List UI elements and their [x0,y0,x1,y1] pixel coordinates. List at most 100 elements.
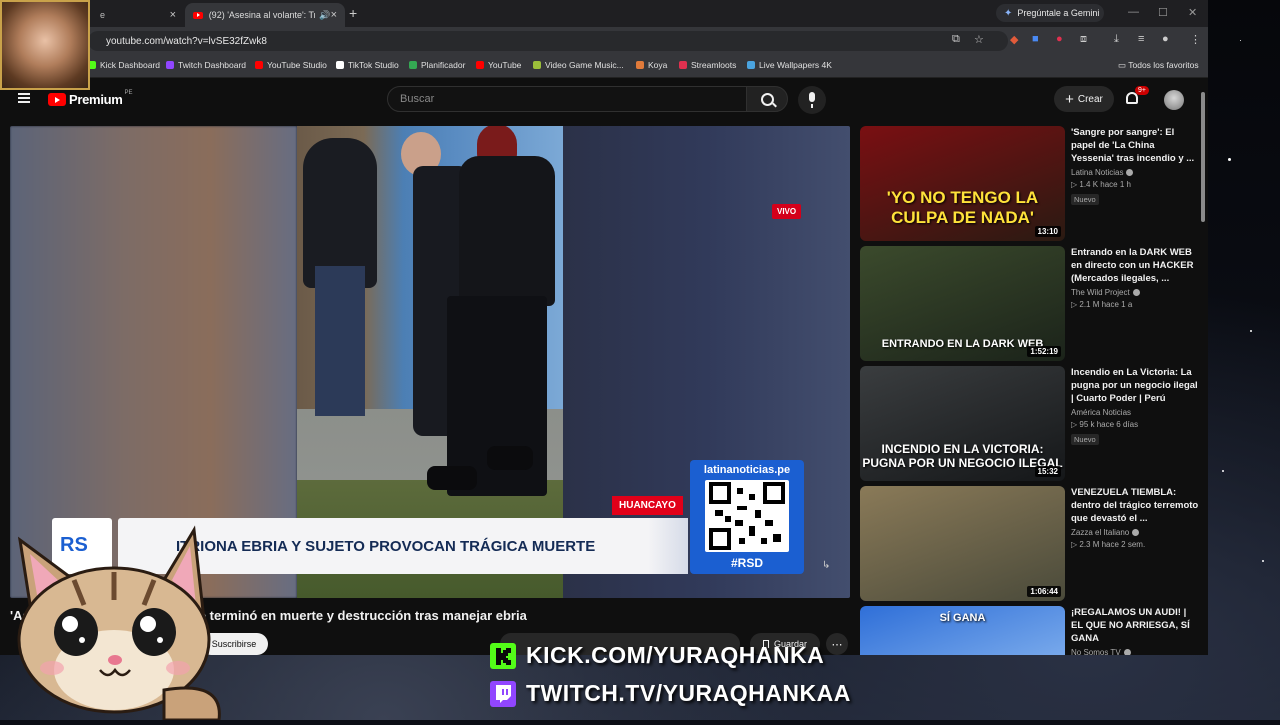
tab-inactive[interactable]: e × [92,3,184,27]
bookmark-label: Live Wallpapers 4K [759,60,832,70]
bookmark-4[interactable]: Planificador [409,60,465,70]
logo-text: Premium [69,92,123,107]
video-title-link[interactable]: ¡REGALAMOS UN AUDI! | EL QUE NO ARRIESGA… [1071,606,1199,645]
qr-panel: latinanoticias.pe #RSD [690,460,804,574]
kick-icon [490,642,516,669]
bookmark-0[interactable]: Kick Dashboard [88,60,160,70]
channel-name-text: América Noticias [1071,408,1132,417]
youtube-icon [255,61,263,69]
extension-icon[interactable]: ● [1056,33,1063,45]
channel-name[interactable]: No Somos TV [1071,648,1199,655]
video-title-link[interactable]: 'Sangre por sangre': El papel de 'La Chi… [1071,126,1199,165]
recommendation-item[interactable]: ENTRANDO EN LA DARK WEB 1:52:19 Entrando e… [860,246,1200,362]
profile-icon[interactable]: ● [1162,33,1169,45]
new-tab-icon[interactable]: + [349,5,357,21]
recommendation-item[interactable]: 1:06:44 VENEZUELA TIEMBLA: dentro del trá… [860,486,1200,602]
kick-link: KICK.COM/YURAQHANKA [490,642,824,669]
hamburger-menu-icon[interactable] [18,93,30,103]
menu-lines-icon[interactable]: ≡ [1138,33,1144,45]
extensions-puzzle-icon[interactable]: ⧈ [1080,33,1087,46]
youtube-header: Premium PE + Crear 9+ [0,82,1208,118]
all-bookmarks-button[interactable]: ▭ Todos los favoritos [1118,60,1199,71]
channel-name[interactable]: Latina Noticias [1071,168,1199,177]
url-text: youtube.com/watch?v=lvSE32fZwk8 [106,35,267,47]
close-window-icon[interactable]: ✕ [1188,6,1197,19]
close-tab-icon[interactable]: × [331,9,337,21]
bookmark-star-icon[interactable]: ☆ [974,33,984,46]
video-title-link[interactable]: Entrando en la DARK WEB en directo con u… [1071,246,1199,285]
scrollbar[interactable] [1200,88,1206,648]
twitch-url-text: TWITCH.TV/YURAQHANKAA [526,680,851,706]
bookmark-5[interactable]: YouTube [476,60,521,70]
video-thumbnail[interactable]: INCENDIO EN LA VICTORIA: PUGNA POR UN NE… [860,366,1065,481]
search-input[interactable] [398,92,732,106]
bookmark-label: Streamloots [691,60,737,70]
streamer-webcam [0,0,90,90]
location-tag: HUANCAYO [612,496,683,515]
channel-name[interactable]: The Wild Project [1071,288,1199,297]
watermark-icon: ↳ [822,560,831,571]
thumbnail-caption: INCENDIO EN LA VICTORIA: PUGNA POR UN NE… [862,442,1063,470]
youtube-logo[interactable]: Premium PE [48,90,133,107]
bookmark-7[interactable]: Koya [636,60,667,70]
bookmark-label: Twitch Dashboard [178,60,247,70]
qr-hashtag: #RSD [730,556,763,570]
bookmark-8[interactable]: Streamloots [679,60,736,70]
bookmark-label: YouTube Studio [267,60,327,70]
channel-name[interactable]: Zazza el Italiano [1071,528,1199,537]
address-bar: youtube.com/watch?v=lvSE32fZwk8 [0,27,1208,55]
install-icon[interactable]: ⧉ [952,33,960,46]
star [1240,40,1241,41]
star [1262,560,1264,562]
account-avatar[interactable] [1164,90,1184,110]
video-thumbnail[interactable]: SÍ GANA [860,606,1065,655]
video-thumbnail[interactable]: 1:06:44 [860,486,1065,601]
tab-active[interactable]: (92) 'Asesina al volante': Trá 🔊 × [185,3,345,27]
bookmark-1[interactable]: Twitch Dashboard [166,60,246,70]
more-actions-icon[interactable]: ⋯ [826,633,848,655]
video-stats: 2.1 M hace 1 a [1079,300,1133,309]
video-thumbnail[interactable]: 'YO NO TENGO LA CULPA DE NADA' 13:10 [860,126,1065,241]
translate-icon[interactable]: ■ [1032,33,1039,45]
bookmark-3[interactable]: TikTok Studio [336,60,399,70]
create-button[interactable]: + Crear [1054,86,1114,112]
gemini-button[interactable]: ✦ Pregúntale a Gemini [996,4,1104,22]
bookmark-9[interactable]: Live Wallpapers 4K [747,60,832,70]
extension-icon[interactable]: ◆ [1010,33,1018,46]
all-bookmarks-label: Todos los favoritos [1128,60,1199,70]
video-meta: ¡REGALAMOS UN AUDI! | EL QUE NO ARRIESGA… [1071,606,1199,655]
bookmark-label: Video Game Music... [545,60,624,70]
video-title-link[interactable]: VENEZUELA TIEMBLA: dentro del trágico te… [1071,486,1199,525]
duration-badge: 15:32 [1034,466,1061,477]
qr-site-text: latinanoticias.pe [703,464,791,476]
minimize-icon[interactable]: — [1128,6,1139,18]
create-label: Crear [1077,93,1103,105]
recommendation-item[interactable]: SÍ GANA ¡REGALAMOS UN AUDI! | EL QUE NO A… [860,606,1200,655]
twitch-icon [490,680,516,707]
recommendation-item[interactable]: INCENDIO EN LA VICTORIA: PUGNA POR UN NE… [860,366,1200,482]
star [1228,158,1231,161]
bookmark-label: YouTube [488,60,522,70]
tab-bar: e × (92) 'Asesina al volante': Trá 🔊 × +… [0,0,1208,27]
planner-icon [409,61,417,69]
gemini-label: Pregúntale a Gemini [1017,8,1100,18]
music-icon [533,61,541,69]
video-meta: Incendio en La Victoria: La pugna por un… [1071,366,1199,447]
search-button[interactable] [746,86,788,112]
speaker-icon[interactable]: 🔊 [319,10,330,21]
recommendation-item[interactable]: 'YO NO TENGO LA CULPA DE NADA' 13:10 'Sang… [860,126,1200,242]
search-icon [761,93,774,106]
video-title-link[interactable]: Incendio en La Victoria: La pugna por un… [1071,366,1199,405]
kebab-menu-icon[interactable]: ⋮ [1190,33,1201,46]
duration-badge: 1:52:19 [1027,346,1061,357]
bookmark-6[interactable]: Video Game Music... [533,60,624,70]
download-icon[interactable]: ⤓ [1114,33,1119,46]
scrollbar-thumb[interactable] [1201,92,1205,222]
maximize-icon[interactable]: ☐ [1158,6,1168,19]
video-thumbnail[interactable]: ENTRANDO EN LA DARK WEB 1:52:19 [860,246,1065,361]
channel-name[interactable]: América Noticias [1071,408,1199,417]
bookmark-2[interactable]: YouTube Studio [255,60,327,70]
url-field[interactable]: youtube.com/watch?v=lvSE32fZwk8 [88,31,1008,51]
voice-search-icon[interactable] [798,86,826,114]
close-tab-icon[interactable]: × [170,9,176,21]
